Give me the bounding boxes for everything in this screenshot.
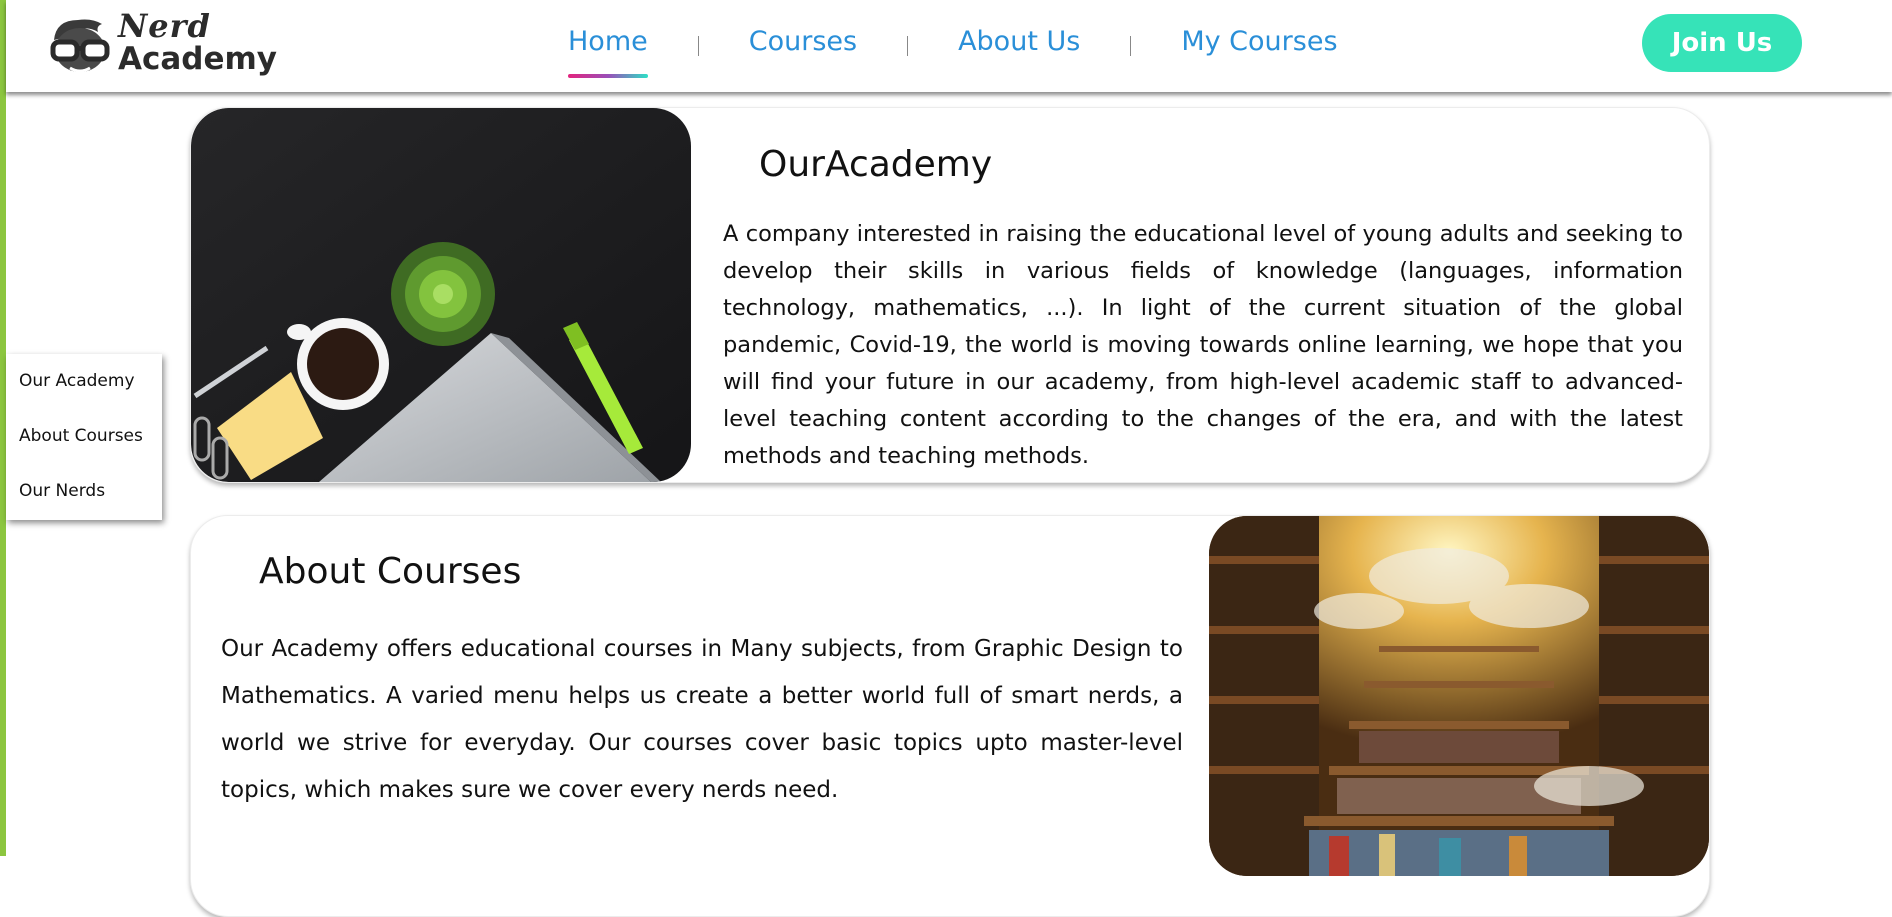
nav-divider (1130, 36, 1132, 56)
library-shelves-image (1209, 516, 1709, 876)
side-menu: Our Academy About Courses Our Nerds (6, 354, 162, 520)
nerd-logo-icon (50, 19, 110, 73)
nav-courses[interactable]: Courses (747, 26, 859, 72)
about-courses-text: Our Academy offers educational courses i… (221, 636, 1183, 803)
nav-divider (907, 36, 909, 56)
top-navbar: Nerd Academy Home Courses About Us My Co… (6, 0, 1892, 92)
about-courses-card: About Courses Our Academy offers educati… (190, 515, 1710, 917)
nerd-academy-logo[interactable]: Nerd Academy (48, 8, 278, 80)
our-academy-text: A company interested in raising the educ… (723, 221, 1683, 469)
nav-my-courses[interactable]: My Courses (1179, 26, 1339, 72)
our-academy-title: OurAcademy (759, 144, 993, 185)
desk-workspace-image (191, 108, 691, 482)
logo-line-academy: Academy (118, 41, 278, 77)
nav-home[interactable]: Home (566, 26, 650, 78)
join-us-button[interactable]: Join Us (1642, 14, 1802, 72)
nav-divider (697, 36, 699, 56)
logo-line-nerd: Nerd (118, 7, 211, 45)
nav-about-us[interactable]: About Us (956, 26, 1082, 72)
main-nav: Home Courses About Us My Courses (566, 26, 1340, 78)
side-item-about-courses[interactable]: About Courses (19, 426, 143, 446)
logo-wordmark: Nerd Academy (118, 10, 277, 75)
side-item-our-academy[interactable]: Our Academy (19, 371, 135, 391)
about-courses-title: About Courses (259, 551, 522, 592)
side-item-our-nerds[interactable]: Our Nerds (19, 481, 105, 501)
our-academy-card: OurAcademy A company interested in raisi… (190, 107, 1710, 483)
